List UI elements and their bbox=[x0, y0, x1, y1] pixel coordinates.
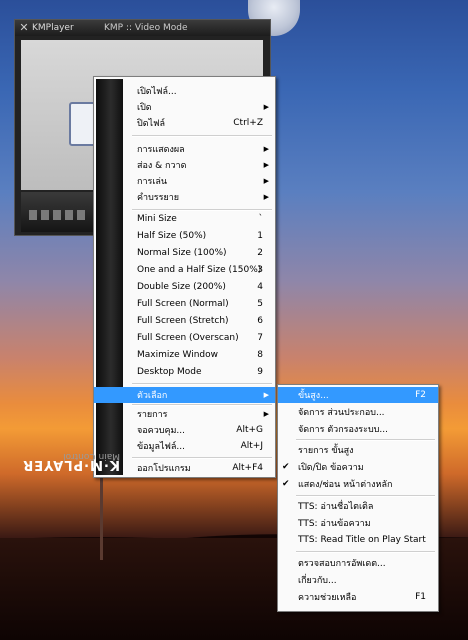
menu-item-close-file[interactable]: ปิดไฟล์ Ctrl+Z bbox=[94, 115, 275, 131]
menu-separator bbox=[296, 495, 435, 497]
menu-separator bbox=[132, 135, 272, 137]
menu-item-options[interactable]: ตัวเลือก ▶ bbox=[94, 387, 275, 403]
submenu-arrow-icon: ▶ bbox=[263, 103, 269, 111]
submenu-item-toggle-main-window[interactable]: ✔ แสดง/ซ่อน หน้าต่างหลัก bbox=[278, 476, 438, 492]
submenu-arrow-icon: ▶ bbox=[263, 193, 269, 201]
menu-item-exit[interactable]: ออกโปรแกรม Alt+F4 bbox=[94, 460, 275, 476]
app-title: KMPlayer bbox=[32, 23, 74, 33]
menu-item-open-file[interactable]: เปิดไฟล์... bbox=[94, 83, 275, 99]
checkmark-icon: ✔ bbox=[282, 462, 290, 472]
menu-item-desktop-mode[interactable]: Desktop Mode 9 bbox=[94, 364, 275, 380]
menu-item-fullscreen-overscan[interactable]: Full Screen (Overscan) 7 bbox=[94, 330, 275, 346]
submenu-arrow-icon: ▶ bbox=[263, 145, 269, 153]
submenu-item-check-updates[interactable]: ตรวจสอบการอัพเดต... bbox=[278, 555, 438, 571]
submenu-item-advanced[interactable]: ขั้นสูง... F2 bbox=[278, 387, 438, 403]
submenu-item-manage-filters[interactable]: จัดการ ตัวกรองระบบ... bbox=[278, 421, 438, 437]
menu-item-fullscreen-stretch[interactable]: Full Screen (Stretch) 6 bbox=[94, 313, 275, 329]
main-context-menu: K·M·PLAYER Main Control เปิดไฟล์... เปิด ▶… bbox=[22, 76, 276, 478]
playback-buttons[interactable] bbox=[29, 210, 89, 220]
submenu-arrow-icon: ▶ bbox=[263, 177, 269, 185]
menu-item-control-panel[interactable]: จอควบคุม... Alt+G bbox=[94, 422, 275, 438]
wind-turbine bbox=[100, 470, 103, 560]
menu-item-half-size[interactable]: Half Size (50%) 1 bbox=[94, 228, 275, 244]
checkmark-icon: ✔ bbox=[282, 479, 290, 489]
submenu-arrow-icon: ▶ bbox=[263, 391, 269, 399]
menu-item-file-info[interactable]: ข้อมูลไฟล์... Alt+J bbox=[94, 438, 275, 454]
menu-separator bbox=[296, 439, 435, 441]
menu-item-normal-size[interactable]: Normal Size (100%) 2 bbox=[94, 245, 275, 261]
submenu-arrow-icon: ▶ bbox=[263, 161, 269, 169]
options-submenu: ขั้นสูง... F2 จัดการ ส่วนประกอบ... จัดการ… bbox=[277, 384, 439, 612]
menu-separator bbox=[132, 457, 272, 459]
submenu-item-tts-read-title-on-play[interactable]: TTS: Read Title on Play Start bbox=[278, 532, 438, 548]
menu-item-one-half-size[interactable]: One and a Half Size (150%) 3 bbox=[94, 262, 275, 278]
menu-item-playback[interactable]: การเล่น ▶ bbox=[94, 173, 275, 189]
submenu-arrow-icon: ▶ bbox=[263, 410, 269, 418]
submenu-item-help[interactable]: ความช่วยเหลือ F1 bbox=[278, 589, 438, 605]
menu-item-pan-scan[interactable]: ส่อง & กวาด ▶ bbox=[94, 157, 275, 173]
menu-item-open[interactable]: เปิด ▶ bbox=[94, 99, 275, 115]
menu-item-mini-size[interactable]: Mini Size ` bbox=[94, 211, 275, 227]
title-bar[interactable]: ✕ KMPlayer KMP :: Video Mode bbox=[15, 20, 270, 36]
menu-item-maximize-window[interactable]: Maximize Window 8 bbox=[94, 347, 275, 363]
mode-title: KMP :: Video Mode bbox=[104, 23, 188, 33]
menu-item-display[interactable]: การแสดงผล ▶ bbox=[94, 141, 275, 157]
submenu-item-toggle-message[interactable]: ✔ เปิด/ปิด ข้อความ bbox=[278, 459, 438, 475]
menu-item-playlist[interactable]: รายการ ▶ bbox=[94, 406, 275, 422]
menu-separator bbox=[296, 551, 435, 553]
kmplayer-logo-icon: ✕ bbox=[19, 21, 29, 34]
menu-item-subtitles[interactable]: คำบรรยาย ▶ bbox=[94, 189, 275, 205]
submenu-item-tts-read-text[interactable]: TTS: อ่านข้อความ bbox=[278, 515, 438, 531]
menu-item-double-size[interactable]: Double Size (200%) 4 bbox=[94, 279, 275, 295]
submenu-item-tts-read-title[interactable]: TTS: อ่านชื่อไตเติล bbox=[278, 498, 438, 514]
submenu-item-advanced-list[interactable]: รายการ ขั้นสูง bbox=[278, 442, 438, 458]
menu-separator bbox=[132, 383, 272, 385]
submenu-item-about[interactable]: เกี่ยวกับ... bbox=[278, 572, 438, 588]
submenu-item-manage-components[interactable]: จัดการ ส่วนประกอบ... bbox=[278, 404, 438, 420]
menu-item-fullscreen-normal[interactable]: Full Screen (Normal) 5 bbox=[94, 296, 275, 312]
